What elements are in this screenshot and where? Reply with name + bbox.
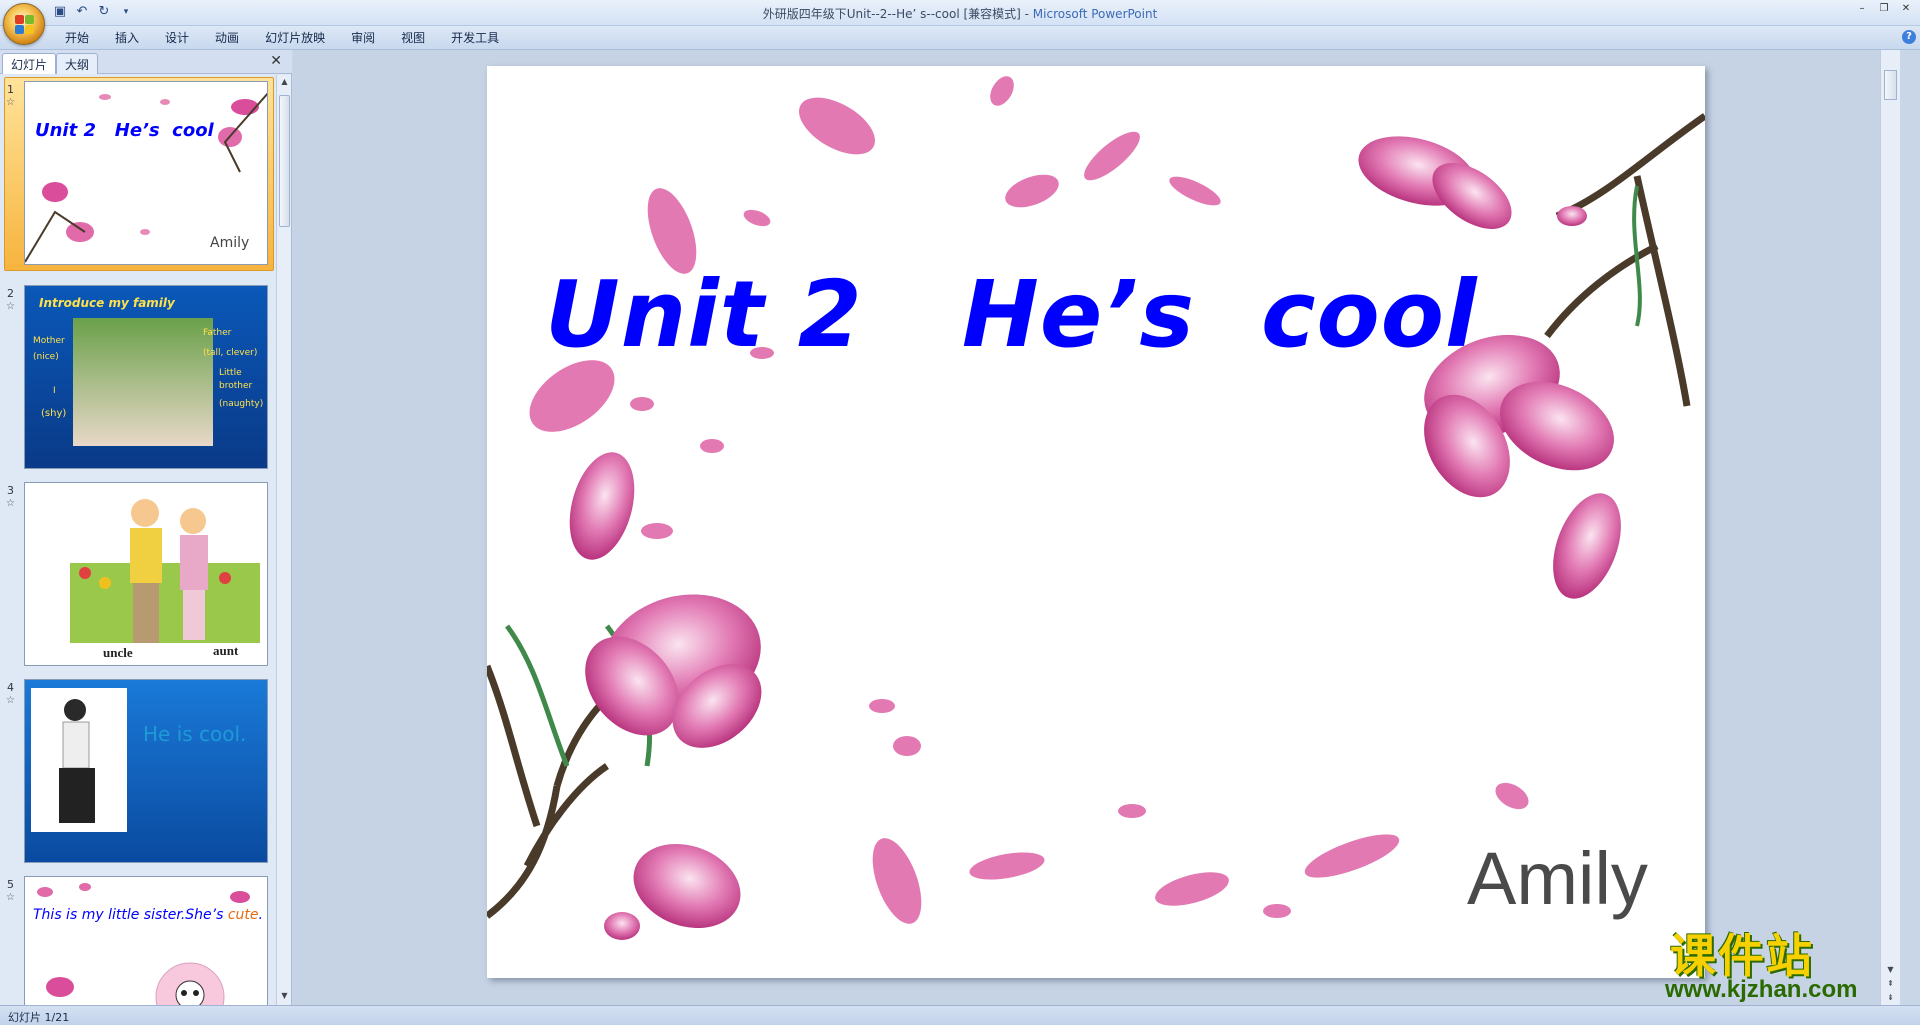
slide-number: 1 xyxy=(7,83,14,96)
status-bar: 幻灯片 1/21 xyxy=(0,1005,1920,1025)
scroll-up-icon[interactable]: ▲ xyxy=(279,77,290,89)
thumb-title: Unit 2 He’s cool xyxy=(35,120,214,141)
thumb-text-main: This is my little sister.She’s xyxy=(33,907,224,923)
slide-title[interactable]: Unit 2 He’s cool xyxy=(545,261,1478,368)
thumb-label: (shy) xyxy=(41,408,67,419)
tab-developer[interactable]: 开发工具 xyxy=(438,30,512,46)
thumb-label: I xyxy=(53,386,56,396)
slide-number: 2 xyxy=(7,287,14,300)
office-logo-icon xyxy=(15,15,35,35)
thumb-label: aunt xyxy=(213,643,239,658)
ribbon-tabs: 开始 插入 设计 动画 幻灯片放映 审阅 视图 开发工具 xyxy=(52,30,512,46)
tab-home[interactable]: 开始 xyxy=(52,30,102,46)
slide-preview: Unit 2 He’s cool Amily xyxy=(24,81,268,265)
slide-preview: This is my little sister.She’s cute. xyxy=(24,876,268,1005)
thumb-label: (nice) xyxy=(33,352,59,362)
slide-number: 4 xyxy=(7,681,14,694)
slide-counter: 幻灯片 1/21 xyxy=(8,1011,70,1024)
tab-insert[interactable]: 插入 xyxy=(102,30,152,46)
close-icon[interactable]: ✕ xyxy=(1896,2,1916,16)
tab-review[interactable]: 审阅 xyxy=(338,30,388,46)
window-title: 外研版四年级下Unit--2--He’ s--cool [兼容模式] - Mic… xyxy=(0,5,1920,22)
thumb-text-highlight: cute xyxy=(227,907,259,923)
thumb-label: Mother xyxy=(33,336,65,346)
scroll-thumb[interactable] xyxy=(279,95,290,227)
restore-icon[interactable]: ❐ xyxy=(1874,2,1894,16)
tab-slides[interactable]: 幻灯片 xyxy=(2,53,57,74)
ribbon: 开始 插入 设计 动画 幻灯片放映 审阅 视图 开发工具 ? xyxy=(0,26,1920,50)
slides-pane: 幻灯片 大纲 ✕ 1 ☆ Unit 2 He’s cool Amily 2 ☆ … xyxy=(0,50,292,1005)
tab-animations[interactable]: 动画 xyxy=(202,30,252,46)
flower-decoration xyxy=(37,883,250,1005)
thumb-text-end: . xyxy=(258,907,263,923)
transition-star-icon: ☆ xyxy=(6,695,15,706)
slide-number: 3 xyxy=(7,484,14,497)
slide-thumbnails: 1 ☆ Unit 2 He’s cool Amily 2 ☆ Introduce… xyxy=(0,75,275,1005)
thumbnails-scrollbar[interactable]: ▲ ▼ xyxy=(276,75,291,1005)
slide-number: 5 xyxy=(7,878,14,891)
transition-star-icon: ☆ xyxy=(6,498,15,509)
thumb-text: This is my little sister.She’s cute. xyxy=(33,907,263,924)
thumb-text: He is cool. xyxy=(143,722,247,746)
transition-star-icon: ☆ xyxy=(6,97,15,108)
document-title: 外研版四年级下Unit--2--He’ s--cool [兼容模式] xyxy=(762,7,1021,21)
scroll-thumb[interactable] xyxy=(1884,70,1897,100)
tab-slideshow[interactable]: 幻灯片放映 xyxy=(252,30,338,46)
thumb-label: Father xyxy=(203,328,232,338)
family-photo xyxy=(73,318,213,446)
help-icon[interactable]: ? xyxy=(1902,30,1916,44)
slide-author[interactable]: Amily xyxy=(1467,836,1648,921)
slide-edit-area: Unit 2 He’s cool Amily ▼ ⇞ ⇟ xyxy=(293,50,1900,1005)
slide-preview: He is cool. xyxy=(24,679,268,863)
main-scrollbar[interactable]: ▼ ⇞ ⇟ xyxy=(1880,50,1900,1005)
app-name: Microsoft PowerPoint xyxy=(1032,7,1158,21)
title-bar: ▣ ↶ ↻ ▾ 外研版四年级下Unit--2--He’ s--cool [兼容模… xyxy=(0,0,1920,26)
minimize-icon[interactable]: – xyxy=(1852,2,1872,16)
thumb-label: (naughty) xyxy=(219,399,264,409)
watermark-logo: 课件站 www.kjzhan.com xyxy=(1665,920,1900,1005)
thumb-author: Amily xyxy=(210,235,250,251)
cartoon-illustration xyxy=(70,499,260,643)
thumb-label: (tall, clever) xyxy=(203,348,258,358)
tab-outline[interactable]: 大纲 xyxy=(56,53,99,74)
thumb-heading: Introduce my family xyxy=(39,296,175,310)
boy-photo xyxy=(31,688,127,832)
slide-preview: uncle aunt xyxy=(24,482,268,666)
pane-tabs: 幻灯片 大纲 ✕ xyxy=(0,50,292,74)
thumb-label: uncle xyxy=(103,645,133,660)
title-separator: - xyxy=(1020,7,1033,21)
close-pane-icon[interactable]: ✕ xyxy=(270,53,282,69)
slide-preview: Introduce my family Mother (nice) I (shy… xyxy=(24,285,268,469)
office-button[interactable] xyxy=(3,3,45,45)
thumb-label: brother xyxy=(219,381,253,391)
tab-design[interactable]: 设计 xyxy=(152,30,202,46)
window-controls: – ❐ ✕ xyxy=(1852,2,1916,16)
watermark-url: www.kjzhan.com xyxy=(1665,976,1858,1003)
tab-view[interactable]: 视图 xyxy=(388,30,438,46)
transition-star-icon: ☆ xyxy=(6,892,15,903)
thumb-label: Little xyxy=(219,368,242,378)
current-slide[interactable]: Unit 2 He’s cool Amily xyxy=(487,66,1705,978)
scroll-down-icon[interactable]: ▼ xyxy=(279,991,290,1003)
boy-figure xyxy=(59,699,95,823)
transition-star-icon: ☆ xyxy=(6,301,15,312)
